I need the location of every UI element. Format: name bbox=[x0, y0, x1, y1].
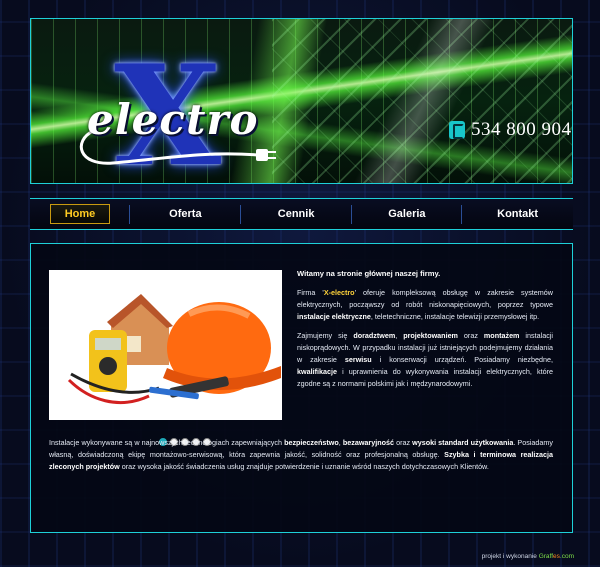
footer-brand: Graff bbox=[538, 553, 554, 560]
logo-wordmark: electro bbox=[87, 95, 259, 144]
nav-item-label: Cennik bbox=[277, 208, 315, 220]
brand-name: X-electro bbox=[323, 288, 355, 297]
text-strong: projektowaniem bbox=[403, 331, 458, 340]
text: Instalacje wykonywane są w najnowszych t… bbox=[49, 438, 285, 447]
paragraph-quality: Instalacje wykonywane są w najnowszych t… bbox=[49, 437, 553, 473]
text-strong: bezawaryjność bbox=[342, 438, 394, 447]
text: , teletechniczne, instalacje telewizji p… bbox=[370, 312, 540, 321]
nav-item-oferta[interactable]: Oferta bbox=[130, 199, 241, 229]
text: i konserwacji urządzeń. Posiadamy niezbę… bbox=[371, 355, 553, 364]
text: Zajmujemy się bbox=[297, 331, 354, 340]
text-strong: wysoki standard użytkowania bbox=[412, 438, 514, 447]
text: oraz bbox=[394, 438, 413, 447]
nav-item-kontakt[interactable]: Kontakt bbox=[462, 199, 573, 229]
text-strong: serwisu bbox=[344, 355, 372, 364]
nav-item-label: Galeria bbox=[388, 208, 426, 220]
phone-contact[interactable]: 534 800 904 bbox=[449, 119, 572, 141]
site-logo[interactable]: X electro bbox=[69, 41, 299, 183]
main-navigation: Home Oferta Cennik Galeria Kontakt bbox=[30, 198, 573, 230]
nav-item-galeria[interactable]: Galeria bbox=[352, 199, 463, 229]
nav-item-home[interactable]: Home bbox=[30, 199, 130, 229]
phone-number: 534 800 904 bbox=[471, 119, 572, 140]
text-strong: kwalifikacje bbox=[297, 367, 337, 376]
text-strong: bezpieczeństwo bbox=[284, 438, 339, 447]
nav-item-cennik[interactable]: Cennik bbox=[241, 199, 352, 229]
text-strong: montażem bbox=[483, 331, 520, 340]
footer-brand: .com bbox=[559, 553, 574, 560]
footer-brand: es bbox=[553, 553, 560, 560]
welcome-heading: Witamy na stronie głównej naszej firmy. bbox=[297, 269, 441, 278]
text-strong: instalacje elektryczne bbox=[297, 312, 371, 321]
slide-image bbox=[49, 270, 282, 420]
image-slider[interactable] bbox=[49, 270, 282, 446]
text: oraz bbox=[457, 331, 484, 340]
nav-item-label: Oferta bbox=[169, 208, 202, 220]
text: oraz wysoka jakość świadczenia usług zna… bbox=[119, 462, 489, 471]
footer-link[interactable]: Graffes.com bbox=[539, 553, 574, 560]
main-content: Witamy na stronie głównej naszej firmy. … bbox=[30, 243, 573, 533]
header-banner: X electro 534 800 904 bbox=[30, 18, 573, 184]
text: Firma ' bbox=[297, 288, 324, 297]
footer-credit: projekt i wykonanie Graffes.com bbox=[482, 553, 574, 560]
text-strong: doradztwem bbox=[353, 331, 396, 340]
nav-item-label: Kontakt bbox=[497, 208, 539, 220]
phone-icon bbox=[449, 121, 465, 139]
full-width-paragraph: Instalacje wykonywane są w najnowszych t… bbox=[49, 437, 553, 473]
footer-text: projekt i wykonanie bbox=[481, 553, 539, 560]
intro-column: Witamy na stronie głównej naszej firmy. … bbox=[297, 268, 553, 397]
paragraph-services: Zajmujemy się doradztwem, projektowaniem… bbox=[297, 330, 553, 390]
paragraph-company: Firma 'X-electro' oferuje kompleksową ob… bbox=[297, 287, 553, 323]
nav-item-label: Home bbox=[49, 204, 111, 224]
